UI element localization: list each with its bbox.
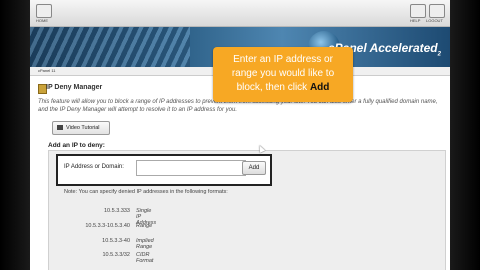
callout-text: Enter an IP address or range you would l… <box>231 54 335 93</box>
bezel-right <box>450 0 480 270</box>
network-cable-graphic <box>30 27 190 67</box>
formats-note: Note: You can specify denied IP addresse… <box>64 189 228 195</box>
top-toolbar: HOME HELP LOGOUT <box>30 0 450 27</box>
help-label[interactable]: HELP <box>410 18 420 23</box>
format-desc: Range <box>136 223 153 229</box>
format-value: 10.5.3.3-40 <box>102 238 130 244</box>
ip-address-input[interactable] <box>136 160 246 176</box>
logout-icon[interactable] <box>429 4 445 18</box>
help-icon[interactable] <box>410 4 426 18</box>
format-desc: Implied Range <box>136 238 154 250</box>
home-icon[interactable] <box>36 4 52 18</box>
add-button[interactable]: Add <box>242 161 266 175</box>
breadcrumb[interactable]: cPanel 11 <box>38 68 56 73</box>
video-tutorial-button[interactable]: Video Tutorial <box>52 121 110 135</box>
bezel-left <box>0 0 30 270</box>
section-title: Add an IP to deny: <box>48 142 105 149</box>
ip-field-label: IP Address or Domain: <box>64 164 124 170</box>
format-value: 10.5.3.333 <box>104 208 130 214</box>
home-label[interactable]: HOME <box>36 18 48 23</box>
format-value: 10.5.3.3/32 <box>102 252 130 258</box>
format-desc: CIDR Format <box>136 252 154 264</box>
screen: HOME HELP LOGOUT cPanel Accelerated2 cPa… <box>30 0 450 270</box>
video-icon <box>57 125 63 131</box>
format-value: 10.5.3.3-10.5.3.40 <box>85 223 130 229</box>
page-title: IP Deny Manager <box>46 84 103 91</box>
logout-label[interactable]: LOGOUT <box>426 18 443 23</box>
